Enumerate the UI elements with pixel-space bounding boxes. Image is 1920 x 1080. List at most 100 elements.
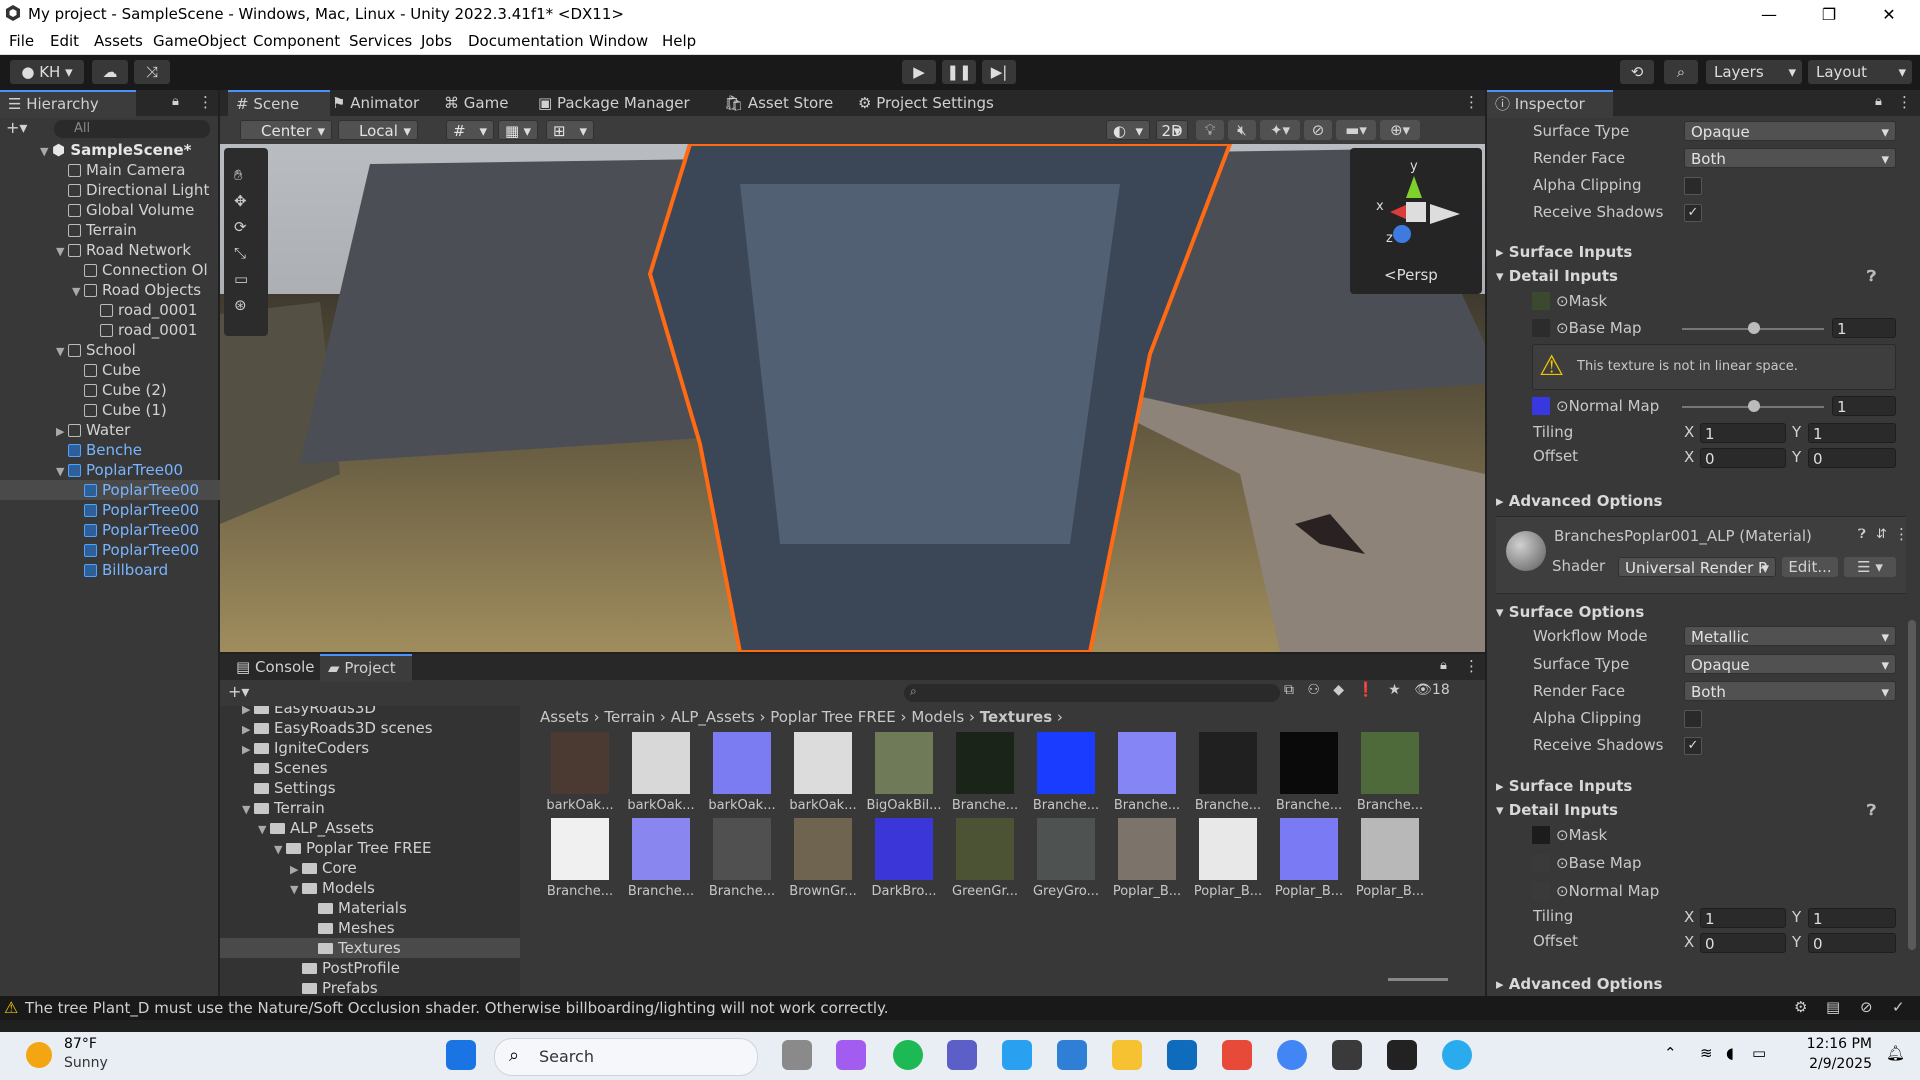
chevron-down-icon[interactable]: ▼ (258, 820, 270, 840)
help-icon[interactable]: ❓︎ (1867, 798, 1876, 822)
gizmos-icon[interactable]: ⊕▾ (1380, 120, 1420, 140)
offset-y-field-2[interactable]: 0 (1808, 933, 1896, 953)
copilot-icon[interactable] (836, 1040, 866, 1070)
move-tool-icon[interactable]: ✥ (234, 192, 247, 210)
chevron-right-icon[interactable]: ▶ (242, 740, 254, 760)
chevron-down-icon[interactable]: ▼ (56, 462, 68, 480)
check-icon[interactable]: ✓ (1892, 998, 1905, 1016)
asset-item[interactable]: Branche... (621, 818, 701, 902)
warning-filter-icon[interactable]: ❗ (1357, 682, 1374, 698)
chevron-down-icon[interactable]: ▼ (242, 800, 254, 820)
scale-tool-icon[interactable]: ⤡ (234, 244, 246, 262)
asset-item[interactable]: Branche... (1269, 732, 1349, 816)
asset-item[interactable]: Branche... (1188, 732, 1268, 816)
surface-type-dropdown[interactable]: Opaque (1684, 121, 1896, 142)
tab-inspector[interactable]: ⓘ Inspector (1487, 90, 1613, 118)
pause-button[interactable]: ❚❚ (942, 60, 976, 84)
notification-bell-icon[interactable]: 🔔︎ (1886, 1044, 1905, 1062)
alpha-clipping-checkbox[interactable] (1684, 177, 1702, 195)
taskbar-search[interactable]: ⌕ Search (494, 1038, 758, 1076)
pivot-dropdown[interactable]: Center (240, 120, 332, 141)
base-map-slider-handle[interactable] (1748, 322, 1760, 334)
grid-snap-icon[interactable]: # (446, 120, 494, 141)
weather-temp[interactable]: 87°F (64, 1036, 97, 1052)
persp-label[interactable]: <Persp (1384, 266, 1438, 284)
help-icon[interactable]: ❓︎ (1867, 264, 1876, 288)
menu-jobs[interactable]: Jobs (421, 32, 452, 50)
tab-hierarchy[interactable]: ☰ Hierarchy (0, 90, 136, 118)
asset-item[interactable]: GreyGro... (1026, 818, 1106, 902)
folder-item[interactable]: Meshes (220, 918, 520, 938)
workflow-mode-dropdown[interactable]: Metallic (1684, 626, 1896, 647)
folder-item[interactable]: Textures (220, 938, 520, 958)
lock-icon[interactable]: 🔒︎ (1440, 658, 1447, 673)
asset-item[interactable]: barkOak... (783, 732, 863, 816)
asset-item[interactable]: barkOak... (702, 732, 782, 816)
folder-item[interactable]: ▼ Poplar Tree FREE (220, 838, 520, 858)
tab-game[interactable]: ⌘ Game (436, 90, 516, 116)
orientation-gizmo[interactable]: y x z <Persp (1350, 148, 1482, 294)
layout-dropdown[interactable]: Layout ▾ (1808, 60, 1912, 84)
menu-services[interactable]: Services (349, 32, 412, 50)
mode-2d-button[interactable]: 2D (1156, 120, 1188, 141)
menu-file[interactable]: File (9, 32, 34, 50)
tab-project[interactable]: ▰ Project (320, 654, 412, 682)
folder-item[interactable]: ▶ Core (220, 858, 520, 878)
tab-asset-store[interactable]: 🛍︎ Asset Store (716, 90, 841, 116)
history-icon[interactable]: ⟲ (1620, 60, 1654, 84)
tiling-x-field-2[interactable]: 1 (1700, 908, 1786, 928)
inspector-scrollbar[interactable] (1908, 620, 1916, 950)
asset-item[interactable]: GreenGr... (945, 818, 1025, 902)
detail-inputs-section[interactable]: ▾ Detail Inputs ❓︎ (1496, 264, 1906, 288)
layers-dropdown[interactable]: Layers ▾ (1706, 60, 1802, 84)
store-icon[interactable] (1222, 1040, 1252, 1070)
asset-item[interactable]: Branche... (945, 732, 1025, 816)
preset-icon[interactable]: ⇵ (1876, 527, 1887, 542)
teams-icon[interactable] (947, 1040, 977, 1070)
filter-by-type-icon[interactable]: ⚇ (1307, 682, 1320, 698)
detail-inputs-section-2[interactable]: ▾ Detail Inputs ❓︎ (1496, 798, 1906, 822)
offset-x-field-2[interactable]: 0 (1700, 933, 1786, 953)
folder-item[interactable]: ▼ Terrain (220, 798, 520, 818)
breadcrumb-textures[interactable]: Textures (980, 708, 1052, 726)
offset-x-field[interactable]: 0 (1700, 448, 1786, 468)
folder-item[interactable]: ▶ EasyRoads3D scenes (220, 718, 520, 738)
shading-mode-icon[interactable]: ◐ (1106, 120, 1150, 141)
edit-shader-button[interactable]: Edit... (1782, 557, 1838, 577)
unity-hub-icon[interactable] (1332, 1040, 1362, 1070)
more-icon[interactable]: ⋮ (198, 93, 213, 111)
normal-map-value[interactable]: 1 (1832, 396, 1896, 416)
normal-map-thumbnail[interactable] (1532, 397, 1550, 415)
tab-project-settings[interactable]: ⚙ Project Settings (850, 90, 1002, 116)
chrome-icon[interactable] (1277, 1040, 1307, 1070)
minimize-button[interactable]: — (1740, 0, 1798, 29)
menu-component[interactable]: Component (253, 32, 340, 50)
folder-item[interactable]: Scenes (220, 758, 520, 778)
collab-icon[interactable]: ⤨ (134, 60, 170, 84)
grid-icon[interactable]: ▦ (498, 120, 538, 141)
surface-type-dropdown-2[interactable]: Opaque (1684, 654, 1896, 675)
menu-window[interactable]: Window (589, 32, 648, 50)
folder-item[interactable]: ▶ EasyRoads3D (220, 706, 520, 718)
more-icon[interactable]: ⋮ (1894, 525, 1909, 543)
zoom-slider[interactable] (1388, 978, 1448, 981)
hierarchy-search-input[interactable]: All (54, 120, 210, 138)
chevron-down-icon[interactable]: ▼ (290, 880, 302, 900)
asset-item[interactable]: Poplar_B... (1269, 818, 1349, 902)
asset-item[interactable]: Branche... (702, 818, 782, 902)
status-message[interactable]: The tree Plant_D must use the Nature/Sof… (25, 999, 889, 1017)
clock-time[interactable]: 12:16 PM (1800, 1036, 1872, 1052)
more-icon[interactable]: ⋮ (1464, 93, 1479, 111)
shader-dropdown[interactable]: Universal Render P (1618, 557, 1776, 578)
rect-tool-icon[interactable]: ▭ (234, 270, 248, 288)
base-map-thumbnail[interactable] (1532, 319, 1550, 337)
render-face-dropdown[interactable]: Both (1684, 148, 1896, 169)
battery-icon[interactable]: ▭ (1752, 1044, 1766, 1062)
asset-item[interactable]: Branche... (540, 818, 620, 902)
menu-gameobject[interactable]: GameObject (153, 32, 247, 50)
asset-item[interactable]: Poplar_B... (1350, 818, 1430, 902)
windows-start-icon[interactable] (446, 1040, 476, 1070)
surface-inputs-section-2[interactable]: ▸ Surface Inputs (1496, 774, 1906, 798)
telegram-icon[interactable] (1442, 1040, 1472, 1070)
bake-icon[interactable]: ▤ (1826, 998, 1840, 1016)
